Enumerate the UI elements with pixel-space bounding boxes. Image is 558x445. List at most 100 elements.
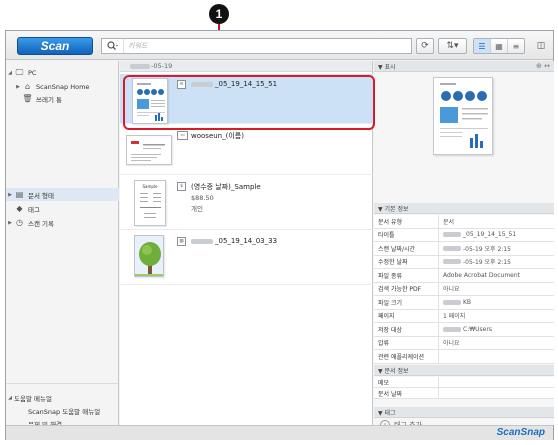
property-row: 페이지 1 페이지 [374,309,554,323]
toolbar: Scan ⟳ ⇅▾ ☰ ▦ ≡ ◫ [6,31,553,60]
property-value: 아니요 [443,286,460,294]
nav-item-pc[interactable]: ◢ 🖵 PC [6,66,119,79]
clock-icon: ◷ [16,218,23,227]
file-name: (영수증 날짜)_Sample [191,183,261,191]
receipt-file-icon: $ [177,182,186,191]
nav-divider [6,383,119,384]
business-card-thumbnail [126,135,172,165]
nav-item-help[interactable]: ◢ 도움말 메뉴얼 [6,391,119,404]
document-file-icon: ≡ [177,80,186,89]
sort-icon: ⇅▾ [446,41,459,51]
computer-icon: 🖵 [15,67,24,77]
callout-number-badge: 1 [209,4,229,24]
redacted-text [443,259,461,265]
nav-item-scan-history[interactable]: ▶ ◷ 스캔 기록 [6,216,119,229]
property-row: 스캔 날짜/시간 -05-19 오후 2:15 [374,242,554,256]
property-value: 아니요 [443,340,460,348]
tag-icon: ◆ [16,204,23,213]
help-link-manual[interactable]: ScanSnap 도움말 매뉴얼 [6,404,119,417]
status-bar: ScanSnap [6,425,553,440]
detail-view-icon[interactable]: ≡ [508,39,524,53]
expand-arrow-icon[interactable]: ▶ [6,220,14,226]
property-value: Adobe Acrobat Document [443,271,521,279]
file-row[interactable]: ≡ _05_19_14_15_51 [120,74,373,124]
expand-arrow-icon[interactable]: ▶ [6,192,14,198]
property-row: 수정한 날짜 -05-19 오후 2:15 [374,255,554,269]
property-value: C:₩Users [439,323,554,336]
zoom-icon[interactable]: ⊕ ↔ [536,62,550,70]
sort-button[interactable]: ⇅▾ [438,38,467,54]
list-view-icon[interactable]: ☰ [474,39,491,53]
property-value: _05_19_14_15_51 [439,229,554,242]
expand-arrow-icon[interactable]: ◢ [6,395,14,401]
doc-info-section-header[interactable]: ▼ 문서 정보 [374,365,554,376]
property-row: 저장 대상 C:₩Users [374,323,554,337]
search-box [101,38,412,54]
document-preview [433,77,493,155]
photo-thumbnail [134,235,164,277]
search-input[interactable] [124,42,404,50]
property-row: 검색 가능한 PDF 아니요 [374,282,554,296]
date-group-header: -05-19 [120,61,372,72]
receipt-amount: $88.50 [191,194,214,202]
brand-logo: ScanSnap [496,427,545,438]
redacted-text [191,81,213,87]
property-row: 압류 아니요 [374,336,554,350]
redacted-text [191,238,213,244]
nav-label: 문서 형태 [28,191,54,200]
redacted-text [443,299,461,305]
search-icon[interactable] [102,39,124,53]
tag-section-header[interactable]: ▼ 태그 [374,407,554,418]
image-file-icon: ▨ [177,237,186,246]
preview-section-header[interactable]: ▼ 표시 ⊕ ↔ [374,61,554,72]
scansnap-home-window: Scan ⟳ ⇅▾ ☰ ▦ ≡ ◫ ◢ 🖵 PC ▶ ⌂ [5,30,554,440]
file-name: _05_19_14_15_51 [191,80,277,88]
property-row: 문서 유형 문서 [374,215,554,229]
details-panel: ▼ 표시 ⊕ ↔ ▼ 기본 정보 문서 유형 문서 타이틀 _05_19_14_15_… [374,61,554,430]
property-row: 파일 크기 KB [374,296,554,310]
file-row[interactable]: ▨ _05_19_14_03_33 [120,231,373,285]
property-value: 문서 [443,218,455,226]
trash-icon: 🗑 [22,94,33,103]
view-mode-group: ☰ ▦ ≡ [473,38,525,54]
sidebar-nav: ◢ 🖵 PC ▶ ⌂ ScanSnap Home 🗑 쓰레기 통 ▶ ▤ 문서 … [6,61,119,429]
file-row[interactable]: ▭ wooseun_(이름) [120,125,373,175]
nav-item-doc-type[interactable]: ▶ ▤ 문서 형태 [6,188,119,201]
property-value: -05-19 오후 2:15 [439,256,554,269]
nav-label: 도움말 메뉴얼 [14,394,52,403]
scan-button[interactable]: Scan [17,37,93,55]
home-icon: ⌂ [24,82,31,91]
refresh-icon: ⟳ [421,41,429,51]
grid-view-icon[interactable]: ▦ [491,39,508,53]
document-type-icon: ▤ [15,190,24,199]
nav-label: 태그 [28,205,40,214]
receipt-category: 개인 [191,205,203,213]
business-card-icon: ▭ [177,131,188,140]
expand-arrow-icon[interactable]: ▶ [14,84,22,90]
property-row: 문서 날짜 [374,388,554,399]
expand-arrow-icon[interactable]: ◢ [6,70,14,76]
redacted-text [443,232,461,238]
property-row: 파일 종류 Adobe Acrobat Document [374,269,554,283]
property-value: -05-19 오후 2:15 [439,242,554,255]
redacted-text [443,326,461,332]
redacted-text [130,63,150,69]
file-name: _05_19_14_03_33 [191,237,277,245]
property-value: 1 페이지 [443,313,466,321]
receipt-thumbnail: Sample [134,180,166,226]
panel-toggle-button[interactable]: ◫ [533,38,549,54]
property-value: KB [439,296,554,309]
document-thumbnail [132,78,168,124]
file-row[interactable]: Sample $ (영수증 날짜)_Sample $88.50 개인 [120,176,373,230]
panel-layout-icon: ◫ [536,41,546,51]
nav-item-tag[interactable]: ◆ 태그 [6,202,119,215]
property-row: 관련 애플리케이션 [374,350,554,364]
nav-item-trash[interactable]: 🗑 쓰레기 통 [6,92,119,105]
file-list: -05-19 ≡ _05_19_14_15_51 ▭ wooseun_(이름) … [120,61,373,425]
basic-info-section-header[interactable]: ▼ 기본 정보 [374,203,554,214]
nav-label: 스캔 기록 [28,219,54,228]
property-row: 타이틀 _05_19_14_15_51 [374,228,554,242]
refresh-button[interactable]: ⟳ [416,38,434,54]
nav-label: 쓰레기 통 [36,95,62,104]
nav-label: ScanSnap Home [36,82,90,91]
